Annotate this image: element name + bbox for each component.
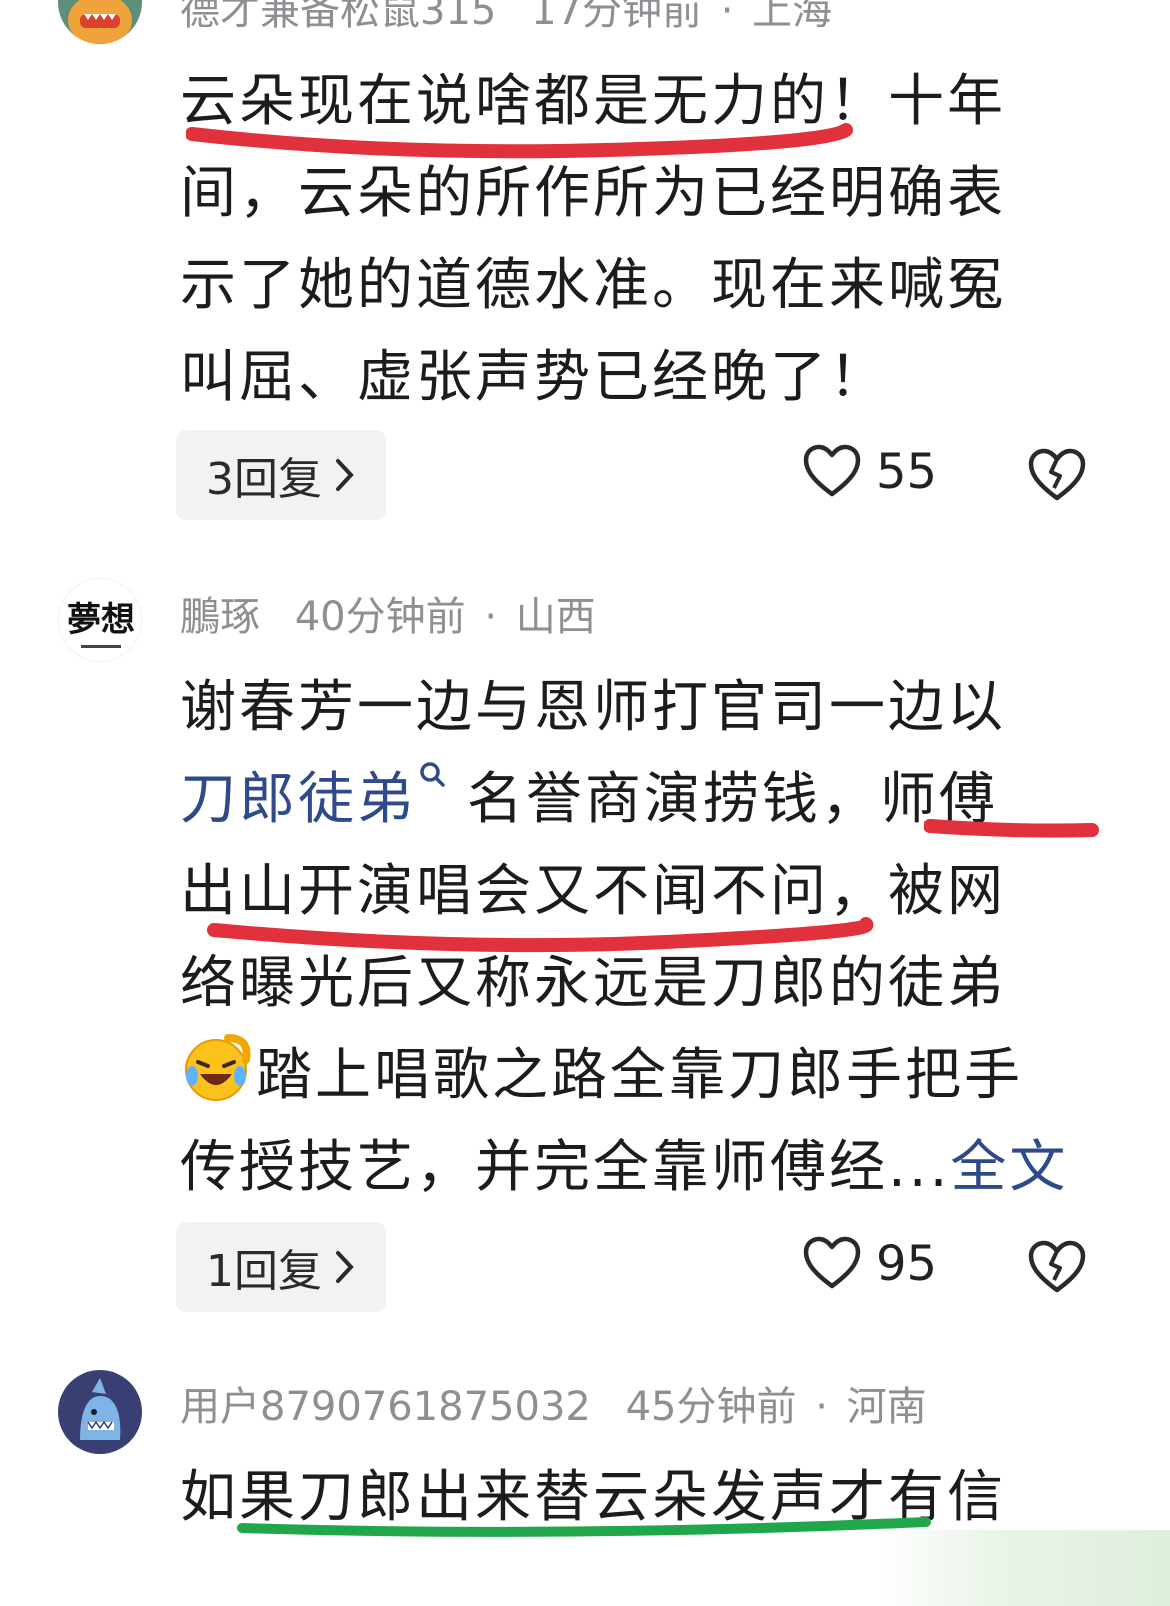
- comment-line: 谢春芳一边与恩师打官司一边以: [180, 675, 1006, 740]
- author-name[interactable]: 德才兼备松鼠315: [180, 0, 496, 34]
- shark-avatar-icon: [58, 1370, 142, 1454]
- comment-line-with-expand: 传授技艺，并完全靠师傅经...全文: [180, 1122, 1080, 1214]
- comment-line-rest: 踏上唱歌之路全靠刀郎手把手: [256, 1043, 1023, 1108]
- replies-count: 3回复: [206, 454, 322, 505]
- avatar-text: 夢想: [67, 600, 135, 640]
- comment-line-rest: 名誉商演捞钱，师傅: [466, 767, 998, 832]
- laughing-crying-emoji-icon: [185, 1034, 251, 1101]
- comment-time: 40分钟前: [294, 594, 466, 640]
- comment-meta: 鵬琢 40分钟前 · 山西: [180, 584, 596, 642]
- comment-line: 间，云朵的所作所为已经明确表: [180, 161, 1006, 226]
- comment-line: 叫屈、虚张声势已经晚了！: [180, 345, 888, 410]
- replies-count: 1回复: [206, 1246, 322, 1297]
- author-name[interactable]: 用户8790761875032: [180, 1384, 591, 1430]
- heart-icon: [803, 444, 861, 497]
- replies-button[interactable]: 1回复: [176, 1222, 386, 1312]
- comment-line: 出山开演唱会又不闻不问，被网: [180, 859, 1006, 924]
- comment-location: 河南: [846, 1384, 927, 1430]
- avatar-calligraphy[interactable]: 夢想: [58, 578, 142, 662]
- like-button[interactable]: 95: [802, 1236, 937, 1292]
- broken-heart-icon[interactable]: [1026, 1238, 1088, 1296]
- avatar-monster[interactable]: [58, 0, 142, 44]
- search-icon: [420, 762, 445, 787]
- like-count: 95: [876, 1236, 938, 1292]
- heart-icon: [803, 1236, 861, 1289]
- chevron-right-icon: [336, 459, 354, 491]
- meta-separator: ·: [720, 0, 734, 34]
- bottom-right-fade: [880, 1530, 1170, 1606]
- comment-meta: 德才兼备松鼠315 17分钟前 · 上海: [180, 0, 832, 36]
- comment-line-with-emoji: 踏上唱歌之路全靠刀郎手把手: [180, 1030, 1080, 1122]
- comment-line: 示了她的道德水准。现在来喊冤: [180, 253, 1006, 318]
- calligraphy-dream-avatar-icon: 夢想: [59, 579, 141, 661]
- comment-text: 谢春芳一边与恩师打官司一边以 刀郎徒弟 名誉商演捞钱，师傅 出山开演唱会又不闻不…: [180, 662, 1080, 1214]
- broken-heart-icon[interactable]: [1026, 446, 1088, 504]
- comment-location: 山西: [515, 594, 596, 640]
- comment-time: 45分钟前: [625, 1384, 797, 1430]
- meta-separator: ·: [484, 594, 498, 640]
- author-name[interactable]: 鵬琢: [180, 594, 260, 640]
- expand-full-text-link[interactable]: 全文: [950, 1135, 1068, 1200]
- comment-text: 云朵现在说啥都是无力的！十年 间，云朵的所作所为已经明确表 示了她的道德水准。现…: [180, 56, 1080, 424]
- like-button[interactable]: 55: [802, 444, 937, 500]
- comment-line-truncated: 传授技艺，并完全靠师傅经...: [180, 1135, 951, 1200]
- monster-avatar-icon: [58, 0, 142, 44]
- comment-time: 17分钟前: [531, 0, 702, 34]
- avatar-shark[interactable]: [58, 1370, 142, 1454]
- comment-line: 络曝光后又称永远是刀郎的徒弟: [180, 951, 1006, 1016]
- comment-line: 云朵现在说啥都是无力的！十年: [180, 69, 1006, 134]
- meta-separator: ·: [815, 1384, 828, 1430]
- like-count: 55: [876, 444, 938, 500]
- chevron-right-icon: [336, 1251, 354, 1283]
- replies-button[interactable]: 3回复: [176, 430, 386, 520]
- comment-location: 上海: [752, 0, 833, 34]
- comment-meta: 用户8790761875032 45分钟前 · 河南: [180, 1374, 927, 1432]
- topic-link[interactable]: 刀郎徒弟: [180, 767, 416, 832]
- comment-line-with-link: 刀郎徒弟 名誉商演捞钱，师傅: [180, 754, 1080, 846]
